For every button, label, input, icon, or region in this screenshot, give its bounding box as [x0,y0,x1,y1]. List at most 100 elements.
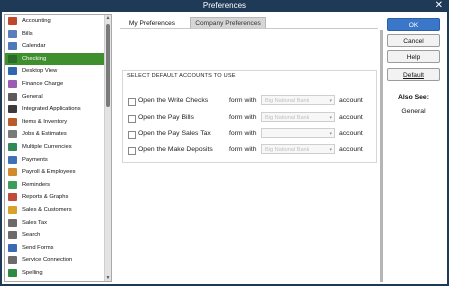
jobs-estimates-icon [8,130,17,139]
open-form-checkbox[interactable] [128,115,136,123]
sidebar-item-label: Bills [22,30,33,37]
sidebar-item-label: Service Connection [22,257,73,264]
multiple-currencies-icon [8,143,17,151]
preferences-window: Preferences ✕ Accounting Bills Calendar Che… [0,0,449,286]
sidebar-item-label: Spelling [22,270,43,276]
search-icon [8,231,17,240]
sidebar-item-payroll-and-employees[interactable]: Payroll & Employees [5,166,105,178]
sidebar-item-label: Reminders [22,181,51,188]
default-button[interactable]: Default [387,68,440,81]
sidebar-item-label: General [22,93,43,100]
send-forms-icon [8,243,17,252]
sidebar-item-reminders[interactable]: Reminders [5,179,105,191]
ok-button[interactable]: OK [387,18,440,31]
tab-underline [120,28,378,29]
open-form-checkbox[interactable] [128,131,136,139]
sidebar-item-spelling[interactable]: Spelling [5,267,105,279]
section-title: SELECT DEFAULT ACCOUNTS TO USE [127,73,236,79]
default-account-row: Open the Make Deposits form with Big Natio… [126,144,374,157]
reports-graphs-icon [8,193,17,202]
form-with-label: form with [229,130,257,137]
sidebar-item-label: Send Forms [22,244,54,251]
form-with-label: form with [229,146,257,153]
sidebar-item-general[interactable]: General [5,91,105,103]
dialog-scrollbar[interactable] [380,30,383,282]
sidebar-item-payments[interactable]: Payments [5,154,105,166]
desktop-view-icon [8,67,17,76]
close-icon[interactable]: ✕ [435,0,443,12]
row-label: Open the Pay Sales Tax [138,130,211,137]
chevron-down-icon: ▾ [329,98,332,104]
sidebar-item-label: Multiple Currencies [22,144,72,150]
sidebar-item-sales-tax[interactable]: Sales Tax [5,217,105,229]
help-button[interactable]: Help [387,50,440,63]
window-title: Preferences [202,1,247,10]
form-with-label: form with [229,97,257,104]
sidebar-item-search[interactable]: Search [5,229,105,241]
sidebar-item-label: Reports & Graphs [22,194,69,201]
account-dropdown-value: Big National Bank [265,147,310,153]
sidebar-item-items-and-inventory[interactable]: Items & Inventory [5,116,105,128]
default-accounts-panel: SELECT DEFAULT ACCOUNTS TO USE Open the … [122,70,377,163]
account-dropdown-value: Big National Bank [265,115,310,121]
title-bar: Preferences ✕ [0,0,449,12]
sidebar-item-sales-and-customers[interactable]: Sales & Customers [5,204,105,216]
sidebar-item-finance-charge[interactable]: Finance Charge [5,78,105,90]
items-inventory-icon [8,117,17,126]
sidebar-item-label: Calendar [22,43,46,50]
account-label: account [339,130,363,137]
preferences-category-list: Accounting Bills Calendar Checking Desktop V… [4,14,112,282]
account-dropdown[interactable]: ▾ [261,128,335,138]
sidebar-item-label: Desktop View [22,68,58,75]
sidebar-item-integrated-applications[interactable]: Integrated Applications [5,103,105,115]
chevron-down-icon: ▾ [329,131,332,137]
tab-my-preferences-label: My Preferences [128,20,176,27]
scroll-up-icon[interactable]: ▲ [105,15,111,21]
account-label: account [339,114,363,121]
sidebar-item-reports-and-graphs[interactable]: Reports & Graphs [5,191,105,203]
sidebar-item-label: Integrated Applications [22,106,81,113]
sidebar-item-label: Accounting [22,18,51,24]
sidebar-item-multiple-currencies[interactable]: Multiple Currencies [5,141,105,153]
sidebar-item-send-forms[interactable]: Send Forms [5,242,105,254]
general-icon [8,92,17,101]
also-see-general-link[interactable]: General [387,108,440,115]
open-form-checkbox[interactable] [128,147,136,155]
sidebar-item-label: Sales & Customers [22,207,72,213]
checking-icon [8,54,17,63]
account-dropdown[interactable]: Big National Bank ▾ [261,112,335,122]
payments-icon [8,155,17,164]
sidebar-item-label: Checking [22,55,47,62]
cancel-button[interactable]: Cancel [387,34,440,47]
chevron-down-icon: ▾ [329,147,332,153]
sidebar-item-label: Finance Charge [22,81,64,87]
sidebar-item-bills[interactable]: Bills [5,28,105,40]
integrated-applications-icon [8,105,17,114]
scroll-down-icon[interactable]: ▼ [105,275,111,281]
sidebar-item-calendar[interactable]: Calendar [5,40,105,52]
open-form-checkbox[interactable] [128,98,136,106]
list-scrollbar[interactable]: ▲ ▼ [104,15,111,281]
payroll-employees-icon [8,168,17,177]
account-dropdown-value: Big National Bank [265,98,310,104]
row-label: Open the Make Deposits [138,146,213,153]
chevron-down-icon: ▾ [329,115,332,121]
sidebar-item-jobs-and-estimates[interactable]: Jobs & Estimates [5,128,105,140]
account-dropdown[interactable]: Big National Bank ▾ [261,95,335,105]
dialog-body: Accounting Bills Calendar Checking Desktop V… [2,12,447,284]
row-label: Open the Pay Bills [138,114,194,121]
sidebar-item-desktop-view[interactable]: Desktop View [5,65,105,77]
service-connection-icon [8,256,17,265]
account-dropdown[interactable]: Big National Bank ▾ [261,144,335,154]
row-label: Open the Write Checks [138,97,209,104]
calendar-icon [8,42,17,51]
sidebar-item-service-connection[interactable]: Service Connection [5,254,105,266]
accounting-icon [8,17,17,25]
sidebar-item-checking[interactable]: Checking [5,52,105,65]
sidebar-item-accounting[interactable]: Accounting [5,15,105,27]
sales-tax-icon [8,218,17,227]
sidebar-item-label: Search [22,232,41,239]
also-see-title: Also See: [398,94,429,101]
scroll-thumb[interactable] [106,24,110,107]
sidebar-item-label: Payroll & Employees [22,169,76,176]
